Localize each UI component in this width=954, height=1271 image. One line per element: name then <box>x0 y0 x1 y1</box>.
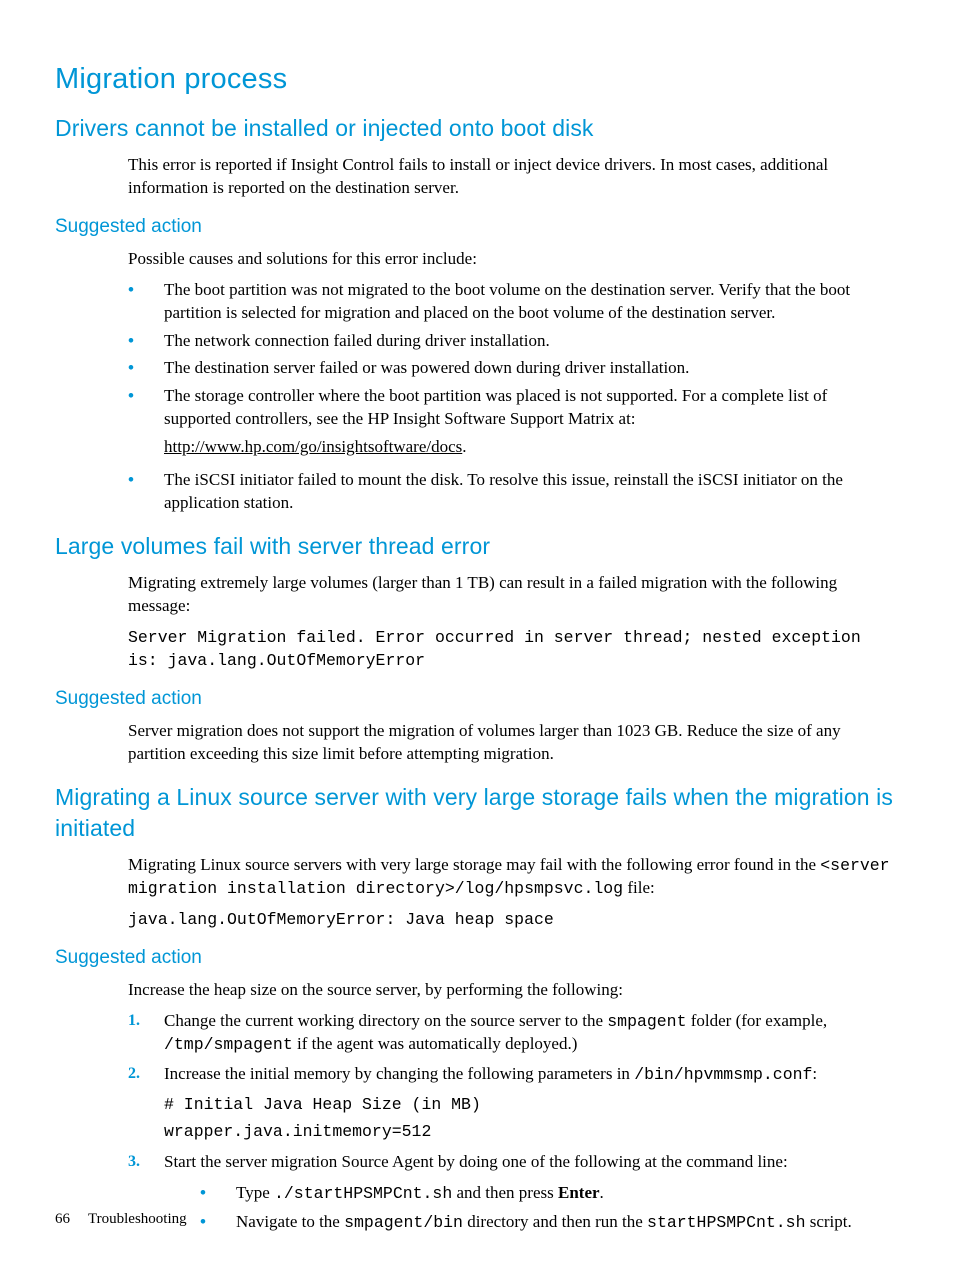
inline-code: ./startHPSMPCnt.sh <box>274 1184 452 1203</box>
code-block: Server Migration failed. Error occurred … <box>128 626 899 672</box>
list-item-text-after: . <box>462 437 466 456</box>
page-title: Migration process <box>55 60 899 99</box>
subheading-suggested-action: Suggested action <box>55 214 899 240</box>
section-heading-linux-migration: Migrating a Linux source server with ver… <box>55 782 899 844</box>
text-part: folder (for example, <box>686 1011 827 1030</box>
text-part: script. <box>805 1212 851 1231</box>
list-item: • The network connection failed during d… <box>128 330 894 353</box>
bullet-icon: • <box>200 1211 236 1234</box>
body-paragraph: Migrating Linux source servers with very… <box>128 854 899 901</box>
bullet-icon: • <box>128 279 164 325</box>
text-part: directory and then run the <box>463 1212 647 1231</box>
list-number: 1. <box>128 1010 164 1057</box>
inline-code: /bin/hpvmmsmp.conf <box>634 1065 812 1084</box>
list-item-text-part: The storage controller where the boot pa… <box>164 386 827 428</box>
text-part: Increase the initial memory by changing … <box>164 1064 634 1083</box>
sub-list-item-text: Navigate to the smpagent/bin directory a… <box>236 1211 899 1234</box>
list-item: 1. Change the current working directory … <box>128 1010 899 1057</box>
sub-list-item-text: Type ./startHPSMPCnt.sh and then press E… <box>236 1182 899 1205</box>
text-part: file: <box>623 878 655 897</box>
subheading-suggested-action: Suggested action <box>55 686 899 712</box>
list-item-text: Increase the initial memory by changing … <box>164 1063 899 1143</box>
body-paragraph: Increase the heap size on the source ser… <box>128 979 899 1002</box>
bold-text: Enter <box>558 1183 600 1202</box>
list-number: 2. <box>128 1063 164 1143</box>
list-item: 3. Start the server migration Source Age… <box>128 1151 899 1240</box>
list-item-text: Change the current working directory on … <box>164 1010 899 1057</box>
inline-code: smpagent <box>607 1012 686 1031</box>
list-item-text: The destination server failed or was pow… <box>164 357 894 380</box>
bullet-icon: • <box>128 357 164 380</box>
bullet-list: • The boot partition was not migrated to… <box>128 279 894 515</box>
inline-code: /tmp/smpagent <box>164 1035 293 1054</box>
text-part: Migrating Linux source servers with very… <box>128 855 820 874</box>
subheading-suggested-action: Suggested action <box>55 945 899 971</box>
numbered-list: 1. Change the current working directory … <box>128 1010 899 1240</box>
list-item-text: The boot partition was not migrated to t… <box>164 279 894 325</box>
code-line: wrapper.java.initmemory=512 <box>164 1120 899 1143</box>
sub-list-item: • Navigate to the smpagent/bin directory… <box>200 1211 899 1234</box>
docs-link[interactable]: http://www.hp.com/go/insightsoftware/doc… <box>164 437 462 456</box>
section-heading-large-volumes: Large volumes fail with server thread er… <box>55 531 899 562</box>
inline-code: startHPSMPCnt.sh <box>647 1213 805 1232</box>
body-paragraph: This error is reported if Insight Contro… <box>128 154 899 200</box>
list-item: • The boot partition was not migrated to… <box>128 279 894 325</box>
text-part: Navigate to the <box>236 1212 344 1231</box>
code-line: # Initial Java Heap Size (in MB) <box>164 1093 899 1116</box>
body-paragraph: Possible causes and solutions for this e… <box>128 248 899 271</box>
list-item-text: The iSCSI initiator failed to mount the … <box>164 469 894 515</box>
footer-section: Troubleshooting <box>88 1211 187 1227</box>
list-item-text: Start the server migration Source Agent … <box>164 1151 899 1240</box>
text-part: : <box>812 1064 817 1083</box>
list-item-text: The network connection failed during dri… <box>164 330 894 353</box>
text-part: and then press <box>452 1183 558 1202</box>
page-number: 66 <box>55 1211 70 1227</box>
body-paragraph: Server migration does not support the mi… <box>128 720 899 766</box>
text-part: Change the current working directory on … <box>164 1011 607 1030</box>
bullet-icon: • <box>128 330 164 353</box>
page-footer: 66 Troubleshooting <box>55 1209 187 1229</box>
bullet-icon: • <box>128 469 164 515</box>
list-item: • The destination server failed or was p… <box>128 357 894 380</box>
list-item: • The iSCSI initiator failed to mount th… <box>128 469 894 515</box>
bullet-icon: • <box>128 385 164 459</box>
code-block: java.lang.OutOfMemoryError: Java heap sp… <box>128 908 899 931</box>
list-item-text: The storage controller where the boot pa… <box>164 385 894 459</box>
inline-code: smpagent/bin <box>344 1213 463 1232</box>
list-item: • The storage controller where the boot … <box>128 385 894 459</box>
text-part: . <box>600 1183 604 1202</box>
text-part: Type <box>236 1183 274 1202</box>
sub-list-item: • Type ./startHPSMPCnt.sh and then press… <box>200 1182 899 1205</box>
section-heading-drivers: Drivers cannot be installed or injected … <box>55 113 899 144</box>
body-paragraph: Migrating extremely large volumes (large… <box>128 572 899 618</box>
list-item: 2. Increase the initial memory by changi… <box>128 1063 899 1143</box>
bullet-icon: • <box>200 1182 236 1205</box>
text-part: if the agent was automatically deployed.… <box>293 1034 578 1053</box>
text-part: Start the server migration Source Agent … <box>164 1152 788 1171</box>
